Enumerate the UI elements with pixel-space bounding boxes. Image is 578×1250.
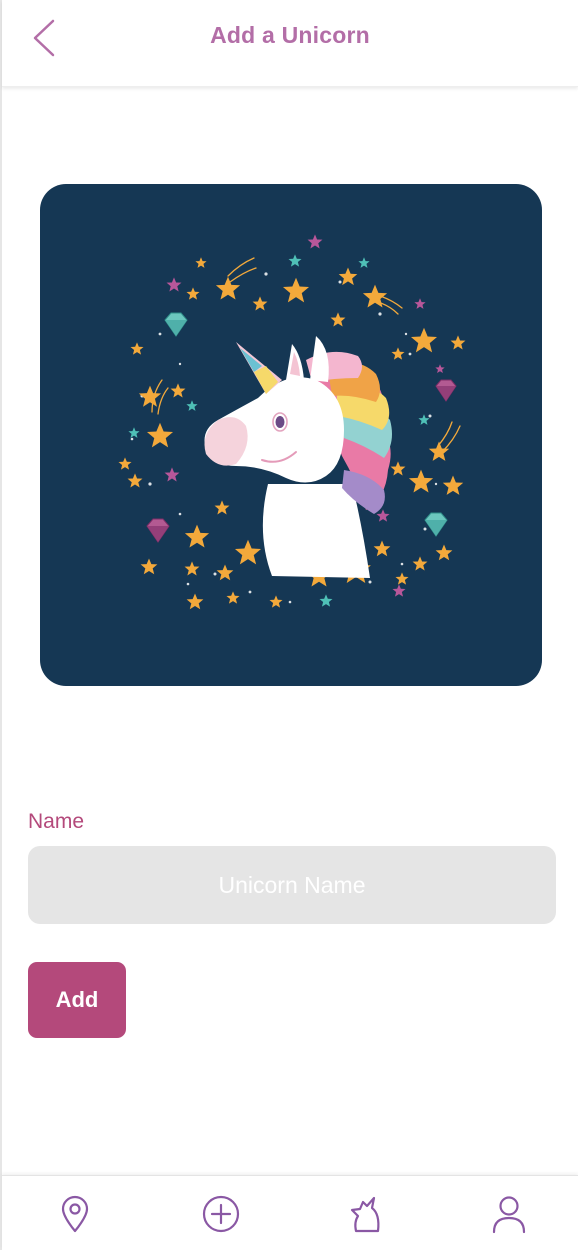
top-bar: Add a Unicorn: [2, 0, 578, 87]
app-screen: Add a Unicorn Name Unicorn Name Add: [0, 0, 578, 1250]
nav-item-unicorns[interactable]: [337, 1186, 393, 1242]
nav-item-add[interactable]: [193, 1186, 249, 1242]
location-pin-icon: [61, 1195, 89, 1233]
page-title: Add a Unicorn: [210, 22, 370, 48]
add-button[interactable]: Add: [28, 962, 126, 1038]
user-icon: [492, 1196, 526, 1234]
plus-circle-icon: [202, 1195, 240, 1233]
unicorn-name-input[interactable]: [28, 846, 556, 924]
unicorn-figure: [204, 336, 392, 578]
nav-item-profile[interactable]: [481, 1186, 537, 1242]
nav-item-map[interactable]: [47, 1186, 103, 1242]
unicorn-icon: [350, 1196, 380, 1233]
unicorn-illustration: [40, 184, 542, 686]
bottom-navigation: [2, 1175, 578, 1250]
name-label: Name: [28, 810, 85, 833]
